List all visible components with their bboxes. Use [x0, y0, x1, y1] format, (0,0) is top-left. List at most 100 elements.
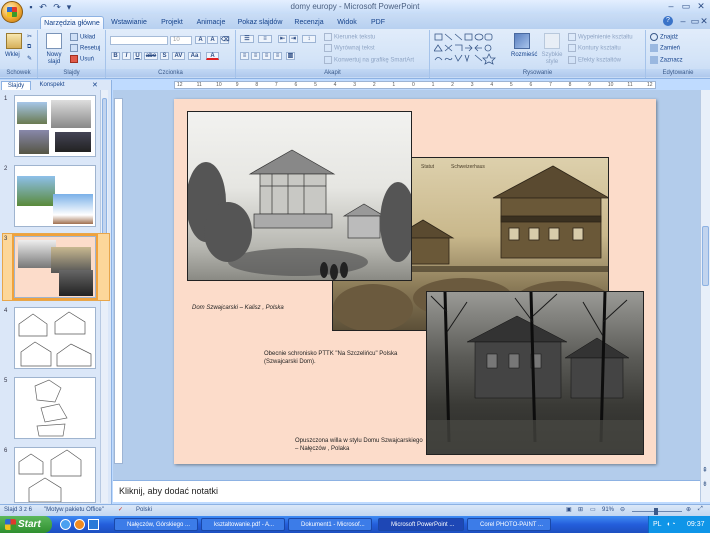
layout-button[interactable]: Układ: [70, 33, 95, 41]
tab-design[interactable]: Projekt: [156, 16, 188, 29]
taskbar-item-powerpoint[interactable]: Microsoft PowerPoint ...: [378, 518, 464, 531]
caption-naleczow-line2[interactable]: – Nałęczów , Polaka: [295, 445, 349, 453]
language-indicator[interactable]: PL: [653, 516, 662, 533]
decrease-indent-icon[interactable]: ⇤: [278, 35, 287, 43]
text-direction-button[interactable]: Kierunek tekstu: [324, 33, 375, 41]
caption-kalisz[interactable]: Dom Szwajcarski – Kalisz , Polska: [192, 304, 284, 312]
desktop-quicklaunch-icon[interactable]: [88, 519, 99, 530]
taskbar-item-firefox[interactable]: Nałęczów, Górskiego ...: [114, 518, 198, 531]
align-left-icon[interactable]: ≡: [240, 52, 249, 60]
bold-button[interactable]: B: [111, 52, 120, 60]
tab-insert[interactable]: Wstawianie: [108, 16, 150, 29]
slide[interactable]: Statut Schweizerhaus Dom Szwajcarski – K…: [174, 99, 656, 464]
save-icon[interactable]: ▪: [26, 2, 36, 12]
caption-szczeliniec-line2[interactable]: (Szwajcarski Dom).: [264, 358, 316, 366]
slide-thumbnail-6[interactable]: [14, 447, 96, 503]
shapes-gallery[interactable]: [434, 33, 506, 65]
redo-icon[interactable]: ↷: [52, 2, 62, 12]
tray-icons[interactable]: ◐◔: [667, 516, 675, 533]
status-language[interactable]: Polski: [136, 507, 152, 513]
tab-pdf[interactable]: PDF: [368, 16, 388, 29]
grow-font-icon[interactable]: A: [195, 36, 206, 44]
notes-placeholder[interactable]: Kliknij, aby dodać notatki: [119, 486, 218, 496]
line-spacing-icon[interactable]: ↕: [302, 35, 316, 43]
tab-view[interactable]: Widok: [334, 16, 360, 29]
canvas-scroll-thumb[interactable]: [702, 226, 709, 286]
reset-button[interactable]: Resetuj: [70, 44, 100, 52]
firefox-quicklaunch-icon[interactable]: [74, 519, 85, 530]
align-right-icon[interactable]: ≡: [262, 52, 271, 60]
minimize-button[interactable]: –: [664, 1, 678, 12]
format-painter-icon[interactable]: ✎: [27, 55, 32, 62]
select-button[interactable]: Zaznacz: [650, 56, 683, 64]
shadow-button[interactable]: S: [160, 52, 169, 60]
shape-effects-button[interactable]: Efekty kształtów: [568, 56, 621, 64]
justify-icon[interactable]: ≡: [273, 52, 282, 60]
tab-slideshow[interactable]: Pokaz slajdów: [235, 16, 285, 29]
maximize-button[interactable]: ▭: [679, 1, 693, 12]
zoom-level[interactable]: 91%: [602, 507, 614, 513]
slide-thumbnail-2[interactable]: [14, 165, 96, 227]
cut-icon[interactable]: ✂: [27, 33, 32, 40]
change-case-button[interactable]: Aa: [188, 52, 201, 60]
zoom-slider-thumb[interactable]: [654, 508, 658, 515]
copy-icon[interactable]: ⧉: [27, 44, 31, 51]
smartart-button[interactable]: Konwertuj na grafikę SmartArt: [324, 56, 414, 64]
status-theme[interactable]: "Motyw pakietu Office": [44, 507, 104, 513]
underline-button[interactable]: U: [133, 52, 142, 60]
clear-formatting-icon[interactable]: ⌫: [220, 36, 229, 44]
help-icon[interactable]: ?: [663, 16, 673, 26]
taskbar-item-acrobat[interactable]: ksztaltowanie.pdf - A...: [201, 518, 285, 531]
normal-view-icon[interactable]: ▣: [566, 506, 572, 513]
photo-naleczow-villa[interactable]: [426, 291, 644, 455]
photo-kalisz-swiss-house[interactable]: [187, 111, 412, 281]
tab-review[interactable]: Recenzja: [292, 16, 326, 29]
previous-slide-icon[interactable]: ⇞: [702, 466, 708, 474]
find-button[interactable]: Znajdź: [650, 33, 678, 41]
ie-quicklaunch-icon[interactable]: [60, 519, 71, 530]
close-button[interactable]: ✕: [694, 1, 708, 12]
font-color-button[interactable]: A: [206, 52, 219, 60]
increase-indent-icon[interactable]: ⇥: [289, 35, 298, 43]
next-slide-icon[interactable]: ⇟: [702, 480, 708, 488]
slide-thumbnail-1[interactable]: [14, 95, 96, 157]
zoom-out-icon[interactable]: ⊖: [620, 506, 625, 513]
align-center-icon[interactable]: ≡: [251, 52, 260, 60]
shape-outline-button[interactable]: Kontury kształtu: [568, 44, 621, 52]
shrink-font-icon[interactable]: A: [207, 36, 218, 44]
ribbon-close-button[interactable]: ✕: [699, 16, 709, 27]
quick-styles-button[interactable]: Szybkie style: [540, 52, 564, 66]
numbering-icon[interactable]: ≡: [258, 35, 272, 43]
tab-animations[interactable]: Animacje: [194, 16, 228, 29]
new-slide-button[interactable]: Nowy slajd: [42, 52, 66, 66]
tab-slides[interactable]: Slajdy: [1, 81, 31, 90]
replace-button[interactable]: Zamień: [650, 44, 680, 52]
fit-to-window-icon[interactable]: ⤢: [698, 506, 703, 513]
columns-icon[interactable]: ▥: [286, 52, 295, 60]
strikethrough-button[interactable]: abe: [144, 52, 158, 60]
slide-thumbnail-3[interactable]: [12, 234, 98, 300]
delete-slide-button[interactable]: Usuń: [70, 55, 94, 63]
character-spacing-button[interactable]: AV: [172, 52, 185, 60]
slides-pane-scroll-thumb[interactable]: [102, 98, 107, 248]
slide-show-icon[interactable]: ▭: [590, 506, 596, 513]
undo-icon[interactable]: ↶: [38, 2, 48, 12]
canvas-scrollbar[interactable]: ⇞ ⇟: [700, 90, 710, 502]
slide-thumbnail-4[interactable]: [14, 307, 96, 369]
shape-fill-button[interactable]: Wypełnienie kształtu: [568, 33, 633, 41]
font-name-combo[interactable]: [110, 36, 168, 45]
taskbar-item-corel[interactable]: Corel PHOTO-PAINT ...: [467, 518, 551, 531]
zoom-in-icon[interactable]: ⊕: [686, 506, 691, 513]
office-button[interactable]: [1, 1, 23, 23]
bullets-icon[interactable]: ☰: [240, 35, 254, 43]
font-size-combo[interactable]: 10: [170, 36, 192, 45]
caption-szczeliniec-line1[interactable]: Obecnie schronisko PTTK "Na Szczelińcu" …: [264, 350, 397, 358]
caption-naleczow-line1[interactable]: Opuszczona willa w stylu Domu Szwajcarsk…: [295, 437, 423, 445]
notes-pane[interactable]: Kliknij, aby dodać notatki: [113, 480, 700, 502]
paste-button[interactable]: Wklej: [5, 52, 20, 58]
tab-home[interactable]: Narzędzia główne: [40, 16, 104, 29]
tab-outline[interactable]: Konspekt: [34, 81, 70, 90]
italic-button[interactable]: I: [122, 52, 131, 60]
taskbar-item-word[interactable]: Dokument1 - Microsof...: [288, 518, 372, 531]
align-text-button[interactable]: Wyrównaj tekst: [324, 44, 375, 52]
